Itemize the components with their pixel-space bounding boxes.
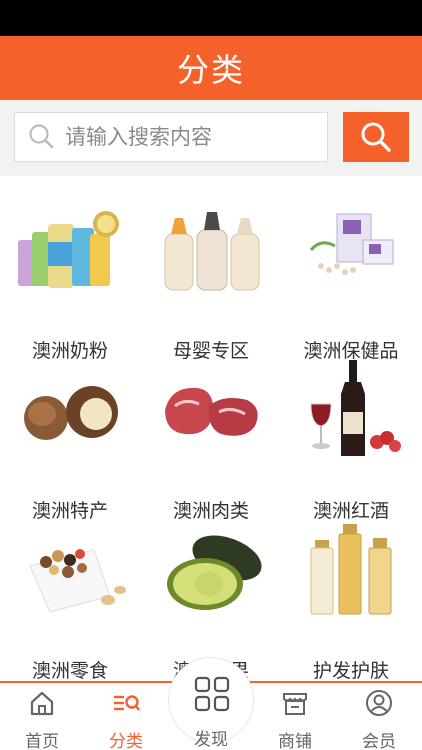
discover-label: 发现 bbox=[194, 730, 228, 750]
baby-bottles-icon bbox=[164, 212, 260, 291]
tab-shop[interactable]: 商铺 bbox=[253, 683, 337, 750]
tab-label: 首页 bbox=[25, 732, 59, 750]
category-meat[interactable]: 澳洲肉类 bbox=[141, 350, 281, 522]
search-box[interactable] bbox=[14, 112, 328, 162]
category-health-supplements[interactable]: 澳洲保健品 bbox=[281, 190, 421, 362]
category-milk-powder[interactable]: 澳洲奶粉 bbox=[0, 190, 140, 362]
tab-home[interactable]: 首页 bbox=[0, 683, 84, 750]
macadamia-nuts-icon bbox=[24, 386, 118, 440]
milk-powder-cans-icon bbox=[18, 211, 119, 288]
search-icon bbox=[29, 124, 54, 149]
home-icon bbox=[30, 691, 54, 716]
avocado-icon bbox=[167, 535, 262, 610]
mixed-nuts-bowl-icon bbox=[29, 549, 126, 613]
raw-meat-icon bbox=[165, 387, 258, 436]
category-fruit[interactable]: 澳洲水果 bbox=[141, 510, 281, 681]
search-icon bbox=[361, 122, 391, 152]
shop-icon bbox=[283, 693, 307, 715]
tab-label: 分类 bbox=[109, 732, 143, 750]
category-snacks[interactable]: 澳洲零食 bbox=[0, 510, 140, 681]
tab-label: 会员 bbox=[362, 732, 396, 750]
category-icon bbox=[114, 695, 140, 711]
red-wine-icon bbox=[310, 360, 401, 456]
category-red-wine[interactable]: 澳洲红酒 bbox=[281, 350, 421, 522]
status-bar bbox=[0, 0, 422, 36]
category-label: 护发护肤 bbox=[312, 660, 389, 681]
tab-member[interactable]: 会员 bbox=[337, 683, 421, 750]
user-icon bbox=[366, 690, 392, 716]
category-mother-baby[interactable]: 母婴专区 bbox=[141, 190, 281, 362]
category-hair-skin-care[interactable]: 护发护肤 bbox=[281, 510, 421, 681]
search-bar bbox=[0, 100, 422, 176]
category-grid: 澳洲奶粉 母婴专区 澳洲保健品 澳洲特产 澳洲肉类 澳洲红酒 澳洲零食 护发护肤 bbox=[0, 176, 422, 681]
page-header: 分类 bbox=[0, 36, 422, 100]
grid-icon bbox=[194, 676, 230, 712]
tab-category[interactable]: 分类 bbox=[84, 683, 168, 750]
category-label: 澳洲零食 bbox=[31, 660, 108, 681]
page-title: 分类 bbox=[176, 51, 245, 89]
tab-label: 商铺 bbox=[278, 732, 312, 750]
search-button[interactable] bbox=[343, 112, 409, 162]
health-supplement-box-icon bbox=[309, 213, 394, 275]
skincare-bottles-icon bbox=[310, 524, 392, 615]
category-specialties[interactable]: 澳洲特产 bbox=[0, 350, 140, 522]
search-input[interactable] bbox=[65, 125, 305, 149]
